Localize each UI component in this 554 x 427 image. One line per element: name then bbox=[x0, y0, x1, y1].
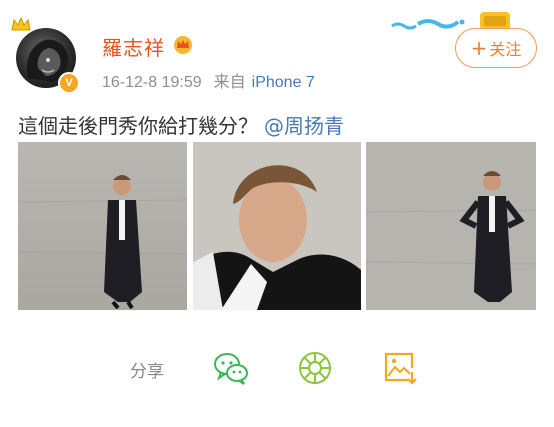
post-text: 這個走後門秀你給打幾分？ @周扬青 bbox=[18, 110, 344, 139]
crown-icon bbox=[11, 16, 31, 31]
follow-button[interactable]: + 关注 bbox=[455, 28, 537, 68]
moments-icon[interactable] bbox=[297, 350, 333, 386]
username[interactable]: 羅志祥 bbox=[102, 32, 165, 61]
photo-2[interactable] bbox=[193, 142, 361, 310]
save-image-icon[interactable] bbox=[382, 350, 418, 386]
verified-badge: V bbox=[58, 72, 80, 94]
photo-2-image bbox=[193, 142, 361, 310]
post-meta: 16-12-8 19:59 来自 iPhone 7 bbox=[102, 68, 315, 92]
photo-1-image bbox=[18, 142, 187, 310]
post-body: 這個走後門秀你給打幾分？ bbox=[18, 114, 258, 138]
vip-crown-icon[interactable] bbox=[172, 34, 194, 54]
plus-icon: + bbox=[470, 36, 488, 60]
post-timestamp: 16-12-8 19:59 bbox=[102, 74, 202, 91]
photo-3[interactable] bbox=[366, 142, 536, 310]
source-prefix: 来自 bbox=[213, 74, 246, 91]
share-label: 分享 bbox=[130, 362, 164, 382]
source-device[interactable]: iPhone 7 bbox=[252, 74, 315, 91]
photo-1[interactable] bbox=[18, 142, 187, 310]
mention-link[interactable]: @周扬青 bbox=[264, 114, 344, 138]
follow-label: 关注 bbox=[489, 40, 522, 59]
photo-3-image bbox=[366, 142, 536, 310]
wechat-icon[interactable] bbox=[213, 350, 249, 386]
